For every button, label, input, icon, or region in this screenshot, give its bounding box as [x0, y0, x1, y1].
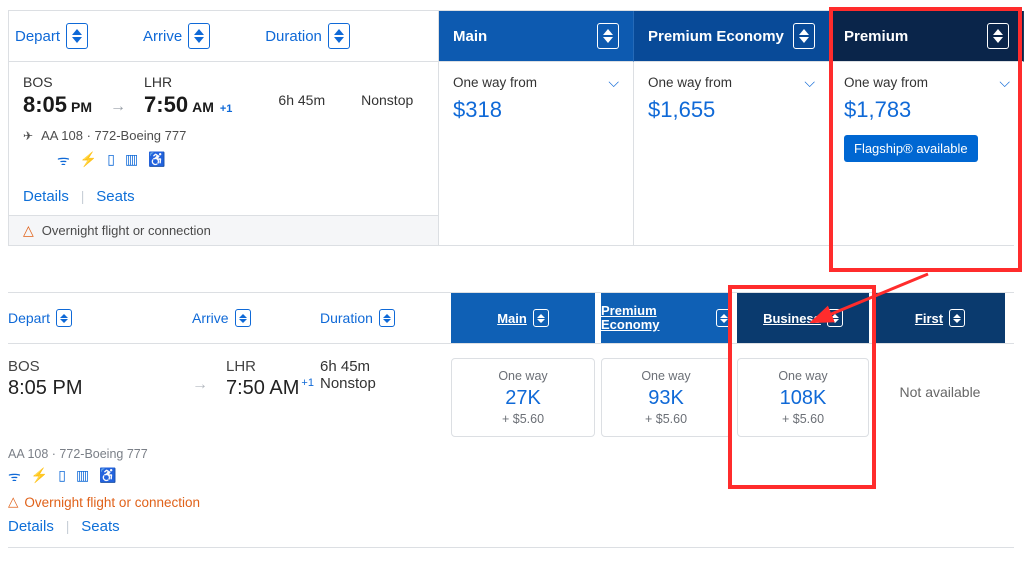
- tax-business: + $5.60: [744, 412, 862, 426]
- overnight-warning: Overnight flight or connection: [42, 223, 211, 238]
- sort-icon: [56, 309, 72, 327]
- sort-arrive-label: Arrive: [143, 28, 182, 45]
- amenity-icons: ᯤ ⚡ ▯ ▥ ♿: [57, 151, 424, 170]
- tax-pe: + $5.60: [608, 412, 724, 426]
- points-pe: 93K: [608, 387, 724, 410]
- points-main: 27K: [458, 387, 588, 410]
- fare-header-premium-economy[interactable]: Premium Economy: [634, 11, 830, 62]
- award-cell-main[interactable]: One way 27K + $5.60: [451, 358, 595, 437]
- arrive-time: 7:50 AM+1: [144, 92, 232, 118]
- seats-link[interactable]: Seats: [81, 518, 119, 535]
- power-icon: ⚡: [80, 151, 97, 170]
- sort-duration[interactable]: Duration: [320, 299, 448, 337]
- plane-icon: ✈: [23, 129, 33, 143]
- fare-header-main[interactable]: Main: [451, 293, 595, 343]
- sort-icon: [188, 23, 210, 49]
- arrow-icon: →: [110, 98, 126, 116]
- sort-icon: [379, 309, 395, 327]
- sort-icon: [716, 309, 731, 327]
- fare-header-pe-label: Premium Economy: [648, 28, 784, 45]
- depart-time: 8:05 PM: [23, 92, 92, 118]
- fare-cell-main[interactable]: One way from ⌵ $318: [439, 62, 634, 245]
- depart-code: BOS: [8, 358, 192, 375]
- sort-duration[interactable]: Duration: [265, 23, 350, 49]
- duration-text: 6h 45m: [320, 358, 448, 375]
- one-way-from-label: One way from: [844, 75, 928, 90]
- flagship-badge: Flagship® available: [844, 135, 978, 162]
- entertainment-icon: ▥: [125, 151, 138, 170]
- sort-icon: [827, 309, 843, 327]
- award-cell-business[interactable]: One way 108K + $5.60: [737, 358, 869, 437]
- price-premium: $1,783: [844, 97, 1010, 123]
- award-cell-premium-economy[interactable]: One way 93K + $5.60: [601, 358, 731, 437]
- details-link[interactable]: Details: [23, 188, 69, 205]
- arrive-code: LHR: [226, 358, 314, 375]
- wifi-icon: ᯤ: [8, 467, 21, 486]
- sort-icon: [235, 309, 251, 327]
- fare-header-main-label: Main: [453, 28, 487, 45]
- depart-time: 8:05 PM: [8, 377, 192, 400]
- flight-meta: AA 108 · 772-Boeing 777: [8, 447, 448, 461]
- fare-header-main[interactable]: Main: [439, 11, 634, 62]
- stops-text: Nonstop: [361, 92, 413, 108]
- sort-arrive[interactable]: Arrive: [143, 23, 210, 49]
- one-way-from-label: One way from: [453, 75, 537, 90]
- sort-controls-left: Depart Arrive Duration: [9, 11, 439, 62]
- sort-icon: [987, 23, 1009, 49]
- sort-depart[interactable]: Depart: [8, 299, 192, 337]
- arrow-icon: →: [192, 376, 208, 394]
- fare-header-premium-economy[interactable]: Premium Economy: [601, 293, 731, 343]
- arrive-code: LHR: [144, 74, 232, 90]
- fare-header-premium[interactable]: Premium: [830, 11, 1024, 62]
- amenity-icons: ᯤ ⚡ ▯ ▥ ♿: [8, 467, 448, 486]
- sort-icon: [597, 23, 619, 49]
- stops-text: Nonstop: [320, 375, 448, 392]
- sort-arrive[interactable]: Arrive: [192, 299, 320, 337]
- sort-icon: [949, 309, 965, 327]
- device-icon: ▯: [58, 467, 66, 486]
- flight-row: BOS 8:05 PM → LHR 7:50 AM+1 6h 45m Nonst…: [9, 62, 439, 245]
- fare-cell-premium-economy[interactable]: One way from ⌵ $1,655: [634, 62, 830, 245]
- one-way-from-label: One way from: [648, 75, 732, 90]
- sort-icon: [66, 23, 88, 49]
- sort-depart[interactable]: Depart: [15, 23, 88, 49]
- one-way-label: One way: [744, 369, 862, 383]
- fare-header-business[interactable]: Business: [737, 293, 869, 343]
- entertainment-icon: ▥: [76, 467, 89, 486]
- warning-icon: △: [8, 494, 18, 510]
- device-icon: ▯: [107, 151, 115, 170]
- chevron-down-icon: ⌵: [804, 74, 815, 91]
- one-way-label: One way: [608, 369, 724, 383]
- power-icon: ⚡: [31, 467, 48, 486]
- chevron-down-icon: ⌵: [608, 74, 619, 91]
- price-premium-economy: $1,655: [648, 97, 815, 123]
- duration-text: 6h 45m: [278, 92, 325, 108]
- fare-header-premium-label: Premium: [844, 28, 908, 45]
- warning-icon: △: [23, 222, 34, 239]
- sort-icon: [793, 23, 815, 49]
- one-way-label: One way: [458, 369, 588, 383]
- flight-meta: ✈ AA 108 · 772-Boeing 777: [23, 128, 424, 143]
- tax-main: + $5.60: [458, 412, 588, 426]
- fare-cell-premium[interactable]: One way from ⌵ $1,783 Flagship® available: [830, 62, 1024, 245]
- price-main: $318: [453, 97, 619, 123]
- sort-icon: [533, 309, 549, 327]
- fare-header-first[interactable]: First: [875, 293, 1005, 343]
- seat-icon: ♿: [99, 467, 116, 486]
- details-link[interactable]: Details: [8, 518, 54, 535]
- points-business: 108K: [744, 387, 862, 410]
- depart-code: BOS: [23, 74, 92, 90]
- sort-depart-label: Depart: [15, 28, 60, 45]
- award-fares-table: Depart Arrive Duration Main Premium Econ…: [8, 292, 1014, 548]
- chevron-down-icon: ⌵: [999, 74, 1010, 91]
- award-cell-first-na: Not available: [872, 384, 1008, 400]
- arrive-time: 7:50 AM+1: [226, 377, 314, 400]
- overnight-warning: Overnight flight or connection: [24, 495, 200, 510]
- cash-fares-table: Depart Arrive Duration Main Premium Econ…: [8, 10, 1014, 246]
- wifi-icon: ᯤ: [57, 151, 70, 170]
- sort-icon: [328, 23, 350, 49]
- seats-link[interactable]: Seats: [96, 188, 134, 205]
- seat-icon: ♿: [148, 151, 165, 170]
- sort-duration-label: Duration: [265, 28, 322, 45]
